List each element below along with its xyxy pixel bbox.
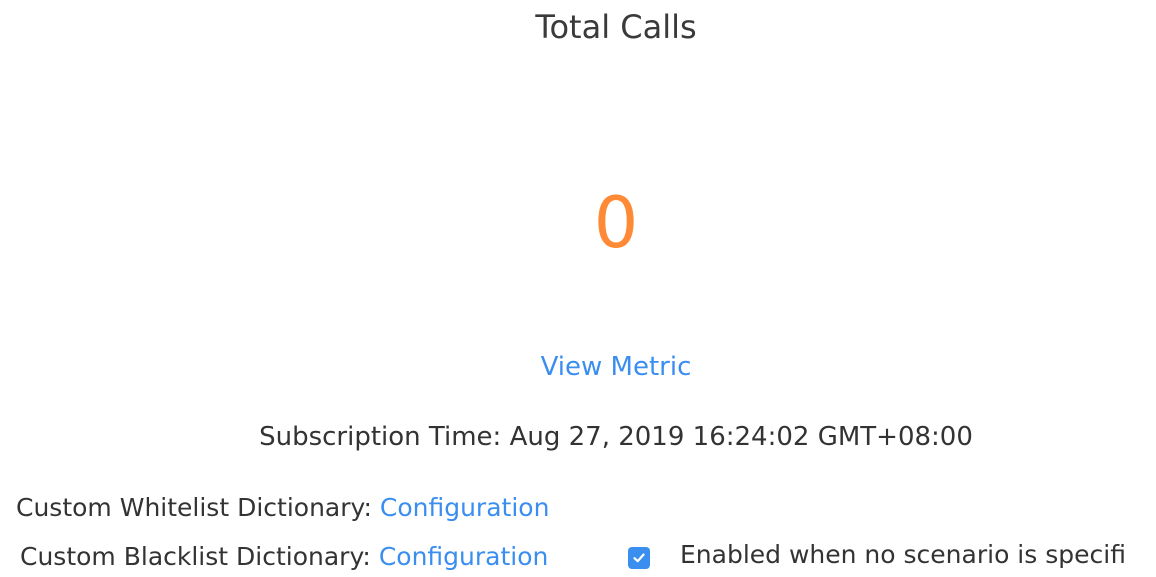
- blacklist-configuration-link[interactable]: Configuration: [379, 542, 549, 571]
- enabled-checkbox-label: Enabled when no scenario is specifi: [680, 540, 1126, 569]
- check-icon: [633, 553, 645, 562]
- view-metric-link[interactable]: View Metric: [0, 352, 1156, 382]
- whitelist-configuration-link[interactable]: Configuration: [380, 493, 550, 522]
- whitelist-dictionary-label: Custom Whitelist Dictionary:: [16, 493, 372, 522]
- enabled-checkbox[interactable]: [628, 546, 650, 569]
- total-calls-value: 0: [593, 182, 639, 264]
- enabled-default-option: Enabled when no scenario is specifi: [628, 540, 1126, 569]
- total-calls-title: Total Calls: [535, 8, 697, 46]
- subscription-time: Subscription Time: Aug 27, 2019 16:24:02…: [259, 422, 973, 452]
- blacklist-dictionary-label: Custom Blacklist Dictionary:: [20, 542, 371, 571]
- whitelist-dictionary-row: Custom Whitelist Dictionary: Configurati…: [16, 493, 549, 522]
- blacklist-dictionary-row: Custom Blacklist Dictionary: Configurati…: [20, 542, 548, 571]
